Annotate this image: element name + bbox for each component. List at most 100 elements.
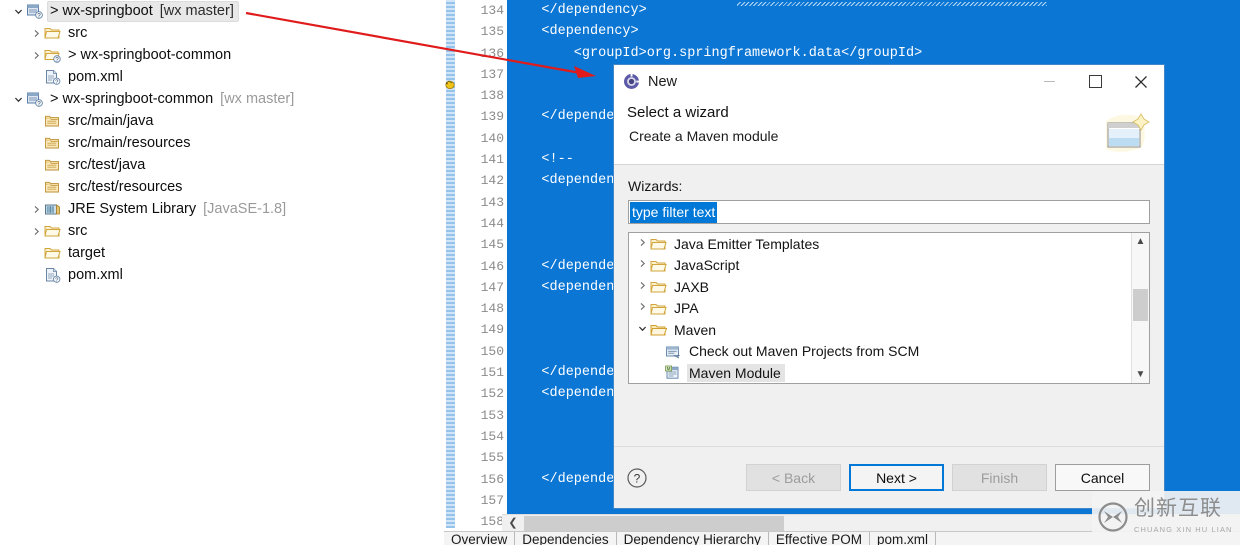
wizard-list-row[interactable]: JPA <box>629 298 1149 320</box>
maven-module-folder-icon: ? <box>44 47 62 63</box>
warning-marker-icon[interactable] <box>444 78 458 92</box>
back-button[interactable]: < Back <box>746 464 841 491</box>
wizard-row-label-wrap: Java Emitter Templates <box>672 235 823 253</box>
editor-tab[interactable]: pom.xml <box>870 532 936 545</box>
wizard-list-row[interactable]: Maven <box>629 319 1149 341</box>
tree-twisty-right-icon[interactable] <box>28 51 44 60</box>
line-number-row: 153 <box>458 405 506 426</box>
tree-row-label: wx-springboot-common <box>62 90 214 107</box>
wizard-twisty-right-icon[interactable] <box>635 238 650 250</box>
tree-row[interactable]: ? > wx-springboot-common [wx master] <box>0 88 444 110</box>
tree-row-prefix: > <box>50 90 59 107</box>
line-number-row: 137 <box>458 64 506 85</box>
line-number-row: 145 <box>458 234 506 255</box>
cancel-button[interactable]: Cancel <box>1055 464 1150 491</box>
new-wizard-dialog: New Select a wizard Create a Maven modul… <box>613 64 1165 509</box>
jre-library-icon <box>44 201 62 217</box>
line-number-row: 140 <box>458 128 506 149</box>
editor-tab[interactable]: Dependency Hierarchy <box>617 532 769 545</box>
maven-project-icon: ? <box>26 3 44 20</box>
finish-button[interactable]: Finish <box>952 464 1047 491</box>
tree-row[interactable]: ? pom.xml <box>0 66 444 88</box>
pom-file-icon: ? <box>44 69 62 86</box>
line-number-row: 148 <box>458 298 506 319</box>
line-number-row: 136 <box>458 43 506 64</box>
wizard-list-row[interactable]: Java Emitter Templates <box>629 233 1149 255</box>
next-button[interactable]: Next > <box>849 464 944 491</box>
tree-twisty-down-icon[interactable] <box>10 7 26 16</box>
tree-twisty-down-icon[interactable] <box>10 95 26 104</box>
wizard-row-label: Maven <box>674 321 717 338</box>
tree-row[interactable]: ? pom.xml <box>0 264 444 286</box>
line-number-row: 158 <box>458 511 506 532</box>
folder-icon <box>650 279 667 294</box>
tree-row[interactable]: src <box>0 22 444 44</box>
dialog-body: Wizards: type filter text Java Emitter T… <box>614 165 1164 446</box>
watermark-cn: 创新互联 <box>1134 496 1222 521</box>
scroll-left-arrow-icon[interactable]: ❮ <box>505 515 521 532</box>
tree-row[interactable]: src/test/java <box>0 154 444 176</box>
wizard-twisty-down-icon[interactable] <box>635 324 650 336</box>
maven-project-icon: ? <box>26 91 44 108</box>
folder-icon <box>650 258 667 273</box>
line-number: 142 <box>480 173 504 189</box>
svg-text:M: M <box>667 366 671 371</box>
tree-row-prefix: > <box>50 2 59 19</box>
tree-row-label-wrap: > wx-springboot-common <box>66 46 235 65</box>
editor-tab[interactable]: Dependencies <box>515 532 617 545</box>
scroll-up-arrow-icon[interactable]: ▲ <box>1132 233 1149 250</box>
wizard-list-row[interactable]: JavaScript <box>629 255 1149 277</box>
tree-twisty-right-icon[interactable] <box>28 29 44 38</box>
scrollbar-thumb[interactable] <box>524 516 784 531</box>
tree-row[interactable]: src <box>0 220 444 242</box>
tree-row[interactable]: JRE System Library [JavaSE-1.8] <box>0 198 444 220</box>
tree-row[interactable]: src/main/resources <box>0 132 444 154</box>
wizard-list-scrollbar[interactable]: ▲ ▼ <box>1131 233 1149 383</box>
dialog-title-bar[interactable]: New <box>614 65 1164 98</box>
line-number: 155 <box>480 450 504 466</box>
line-number: 157 <box>480 492 504 508</box>
wizard-twisty-right-icon[interactable] <box>635 281 650 293</box>
wizard-tree-list[interactable]: Java Emitter Templates JavaScript JAXB JPA M… <box>628 232 1150 384</box>
filter-input[interactable]: type filter text <box>628 200 1150 224</box>
package-explorer-panel: ? > wx-springboot [wx master] src? > wx-spring… <box>0 0 444 545</box>
wizard-list-row[interactable]: JAXB <box>629 276 1149 298</box>
dialog-header: Select a wizard Create a Maven module <box>614 98 1164 165</box>
annotation-ruler[interactable] <box>444 0 458 528</box>
tree-row[interactable]: src/test/resources <box>0 176 444 198</box>
editor-tab[interactable]: Effective POM <box>769 532 870 545</box>
tree-twisty-right-icon[interactable] <box>28 205 44 214</box>
wizard-twisty-right-icon[interactable] <box>635 259 650 271</box>
scroll-down-arrow-icon[interactable]: ▼ <box>1132 366 1149 383</box>
maximize-button[interactable] <box>1072 66 1118 98</box>
wizard-twisty-right-icon[interactable] <box>635 302 650 314</box>
wizard-list-row[interactable]: M Maven Module <box>629 362 1149 383</box>
tree-row-label: JRE System Library <box>68 200 197 217</box>
wizard-list-row[interactable]: Check out Maven Projects from SCM <box>629 341 1149 363</box>
editor-tab[interactable]: Overview <box>444 532 516 545</box>
tree-twisty-right-icon[interactable] <box>28 227 44 236</box>
wizard-scrollbar-thumb[interactable] <box>1133 289 1148 321</box>
tree-row[interactable]: ? > wx-springboot [wx master] <box>0 0 444 22</box>
tree-row[interactable]: target <box>0 242 444 264</box>
line-number-row: 135⊝ <box>458 21 515 42</box>
tree-row-meta: [JavaSE-1.8] <box>203 200 287 217</box>
pom-file-icon: ? <box>44 267 62 284</box>
line-number-row: 146 <box>458 256 506 277</box>
tree-row-label: src/test/resources <box>68 178 183 195</box>
folder-icon <box>44 223 62 239</box>
tree-row[interactable]: ? > wx-springboot-common <box>0 44 444 66</box>
close-button[interactable] <box>1118 66 1164 98</box>
tree-row-label-wrap: target <box>66 244 109 263</box>
line-number-row: 138 <box>458 85 506 106</box>
tree-row-label-wrap: pom.xml <box>66 68 127 87</box>
source-package-icon <box>44 157 62 173</box>
line-number: 141 <box>480 152 504 168</box>
help-button[interactable]: ? <box>626 467 648 489</box>
line-number: 150 <box>480 343 504 359</box>
tree-row-label-wrap: > wx-springboot [wx master] <box>47 0 239 22</box>
tree-row[interactable]: src/main/java <box>0 110 444 132</box>
minimize-button[interactable] <box>1026 66 1072 98</box>
wizard-list-row-partial[interactable]: M <box>629 384 1149 385</box>
folder-open-icon <box>650 322 668 337</box>
